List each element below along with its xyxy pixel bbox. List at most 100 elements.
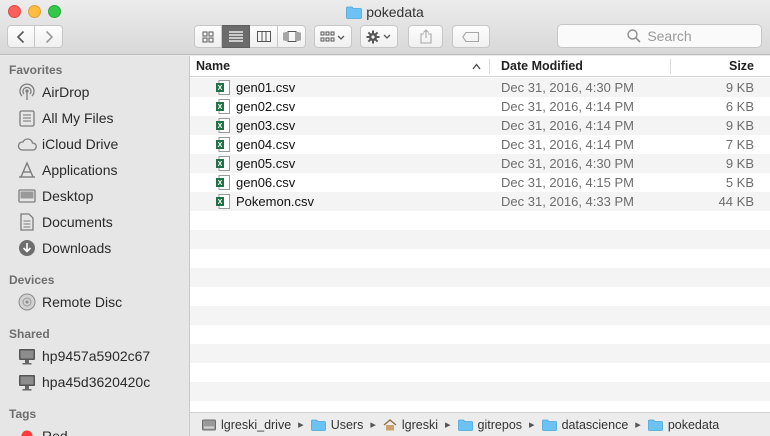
svg-text:X: X [218, 123, 223, 130]
window-title-text: pokedata [366, 4, 424, 20]
file-name-cell: Xgen05.csv [216, 156, 295, 171]
cloud-icon [17, 134, 37, 154]
sidebar-item-remote-disc[interactable]: Remote Disc [17, 291, 187, 313]
downloads-icon [17, 238, 37, 258]
excel-file-icon: X [216, 175, 230, 190]
excel-file-icon: X [216, 156, 230, 171]
column-header-name[interactable]: Name [196, 59, 230, 73]
path-item-gitrepos[interactable]: gitrepos [457, 418, 522, 432]
empty-row [190, 382, 770, 401]
sidebar-section-devices: Devices [9, 273, 55, 287]
icon-view-button[interactable] [194, 25, 222, 48]
sidebar-item-shared-hpa45d[interactable]: hpa45d3620420c [17, 371, 187, 393]
path-item-drive[interactable]: lgreski_drive [202, 418, 291, 432]
path-item-datascience[interactable]: datascience [541, 417, 629, 432]
path-bar: lgreski_drive ▸ Users ▸ lgreski ▸ gitrep… [190, 412, 770, 436]
column-divider[interactable] [489, 59, 490, 74]
file-row[interactable]: Xgen05.csv Dec 31, 2016, 4:30 PM 9 KB [190, 154, 770, 173]
file-rows: Xgen01.csv Dec 31, 2016, 4:30 PM 9 KB Xg… [190, 78, 770, 412]
sidebar-item-airdrop[interactable]: AirDrop [17, 81, 187, 103]
sidebar-item-downloads[interactable]: Downloads [17, 237, 187, 259]
home-icon [383, 418, 397, 431]
folder-icon [346, 5, 363, 23]
list-view-button[interactable] [222, 25, 250, 48]
empty-row [190, 287, 770, 306]
path-item-label: lgreski_drive [221, 417, 292, 432]
sidebar-item-tag-red[interactable]: Red [17, 425, 187, 436]
sidebar-item-shared-hp9457[interactable]: hp9457a5902c67 [17, 345, 187, 367]
cover-flow-view-button[interactable] [278, 25, 306, 48]
search-icon [627, 29, 641, 43]
share-button[interactable] [408, 25, 443, 48]
path-item-home[interactable]: lgreski [383, 418, 438, 432]
navigation-buttons [7, 25, 63, 48]
arrange-icon [320, 31, 345, 41]
sidebar-item-desktop[interactable]: Desktop [17, 185, 187, 207]
action-menu-button[interactable] [360, 25, 398, 48]
file-name: gen01.csv [236, 80, 296, 95]
forward-button[interactable] [35, 25, 63, 48]
column-view-button[interactable] [250, 25, 278, 48]
file-date: Dec 31, 2016, 4:30 PM [501, 80, 634, 95]
svg-text:X: X [218, 85, 223, 92]
search-field[interactable]: Search [557, 24, 762, 48]
path-item-label: datascience [561, 417, 629, 432]
empty-row [190, 325, 770, 344]
column-divider[interactable] [670, 59, 671, 74]
sidebar-item-documents[interactable]: Documents [17, 211, 187, 233]
documents-icon [17, 212, 37, 232]
file-row[interactable]: Xgen02.csv Dec 31, 2016, 4:14 PM 6 KB [190, 97, 770, 116]
sidebar-item-icloud-drive[interactable]: iCloud Drive [17, 133, 187, 155]
drive-icon [202, 419, 216, 431]
column-header-size[interactable]: Size [729, 59, 754, 73]
file-date: Dec 31, 2016, 4:33 PM [501, 194, 634, 209]
list-header: Name Date Modified Size [190, 56, 770, 77]
sidebar-item-all-my-files[interactable]: All My Files [17, 107, 187, 129]
path-item-pokedata[interactable]: pokedata [647, 417, 720, 432]
window-title: pokedata [0, 3, 770, 23]
file-date: Dec 31, 2016, 4:14 PM [501, 99, 634, 114]
file-size: 9 KB [725, 156, 754, 171]
file-row[interactable]: Xgen03.csv Dec 31, 2016, 4:14 PM 9 KB [190, 116, 770, 135]
file-row[interactable]: Xgen01.csv Dec 31, 2016, 4:30 PM 9 KB [190, 78, 770, 97]
excel-file-icon: X [216, 99, 230, 114]
file-date: Dec 31, 2016, 4:30 PM [501, 156, 634, 171]
file-name-cell: Xgen03.csv [216, 118, 295, 133]
file-date: Dec 31, 2016, 4:15 PM [501, 175, 634, 190]
sidebar-item-label: Documents [42, 214, 113, 230]
file-size: 9 KB [725, 80, 754, 95]
svg-text:X: X [218, 180, 223, 187]
excel-file-icon: X [216, 194, 230, 209]
file-size: 9 KB [725, 118, 754, 133]
sidebar-section-favorites: Favorites [9, 63, 63, 77]
edit-tags-button[interactable] [452, 25, 490, 48]
empty-row [190, 363, 770, 382]
sidebar-item-applications[interactable]: Applications [17, 159, 187, 181]
file-name: gen05.csv [236, 156, 296, 171]
column-header-date-modified[interactable]: Date Modified [501, 59, 583, 73]
file-list: Name Date Modified Size Xgen01.csv Dec 3… [190, 56, 770, 412]
sidebar-item-label: All My Files [42, 110, 114, 126]
path-item-users[interactable]: Users [310, 417, 364, 432]
file-name-cell: Xgen04.csv [216, 137, 295, 152]
file-row[interactable]: X Pokemon.csv Dec 31, 2016, 4:33 PM 44 KB [190, 192, 770, 211]
file-row[interactable]: Xgen06.csv Dec 31, 2016, 4:15 PM 5 KB [190, 173, 770, 192]
tag-icon [462, 31, 480, 42]
sidebar-section-tags: Tags [9, 407, 37, 421]
path-item-label: Users [330, 417, 364, 432]
empty-row [190, 249, 770, 268]
svg-text:X: X [218, 142, 223, 149]
file-row[interactable]: Xgen04.csv Dec 31, 2016, 4:14 PM 7 KB [190, 135, 770, 154]
file-name-cell: Xgen02.csv [216, 99, 295, 114]
folder-icon [647, 419, 663, 431]
file-name: gen06.csv [236, 175, 296, 190]
arrange-button[interactable] [314, 25, 352, 48]
empty-row [190, 306, 770, 325]
sidebar-item-label: Desktop [42, 188, 94, 204]
empty-row [190, 344, 770, 363]
path-item-label: pokedata [667, 417, 720, 432]
sidebar-section-shared: Shared [9, 327, 50, 341]
window-toolbar: pokedata Search [0, 0, 770, 55]
back-button[interactable] [7, 25, 35, 48]
chevron-right-icon: ▸ [529, 419, 535, 431]
